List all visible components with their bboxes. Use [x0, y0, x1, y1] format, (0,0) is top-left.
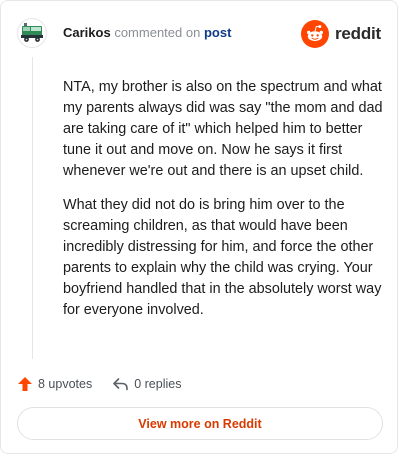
comment-actions: 8 upvotes 0 replies	[17, 374, 181, 394]
comment-header: Carikos commented on post	[63, 25, 231, 41]
thread-line[interactable]	[32, 57, 33, 359]
comment-paragraph: What they did not do is bring him over t…	[63, 197, 382, 318]
reply-count: 0 replies	[134, 377, 182, 391]
comment-body: NTA, my brother is also on the spectrum …	[63, 77, 383, 334]
comment-paragraph: NTA, my brother is also on the spectrum …	[63, 79, 383, 179]
post-link[interactable]: post	[204, 25, 231, 40]
upvote-count: 8 upvotes	[38, 377, 93, 391]
reddit-wordmark: reddit	[334, 24, 381, 43]
upvote-button[interactable]: 8 upvotes	[17, 376, 92, 392]
truck-avatar-icon	[21, 23, 43, 42]
user-avatar[interactable]	[17, 18, 47, 48]
reddit-snoo-icon	[300, 20, 329, 48]
reply-arrow-icon	[113, 378, 129, 391]
view-more-on-reddit-button[interactable]: View more on Reddit	[17, 407, 383, 440]
upvote-arrow-icon	[18, 377, 32, 391]
username-link[interactable]: Carikos	[63, 25, 111, 40]
comment-card: Carikos commented on post reddit NTA, my…	[0, 0, 398, 454]
reply-button[interactable]: 0 replies	[112, 376, 181, 392]
reddit-logo[interactable]: reddit	[300, 20, 381, 48]
action-text: commented on	[114, 25, 201, 40]
